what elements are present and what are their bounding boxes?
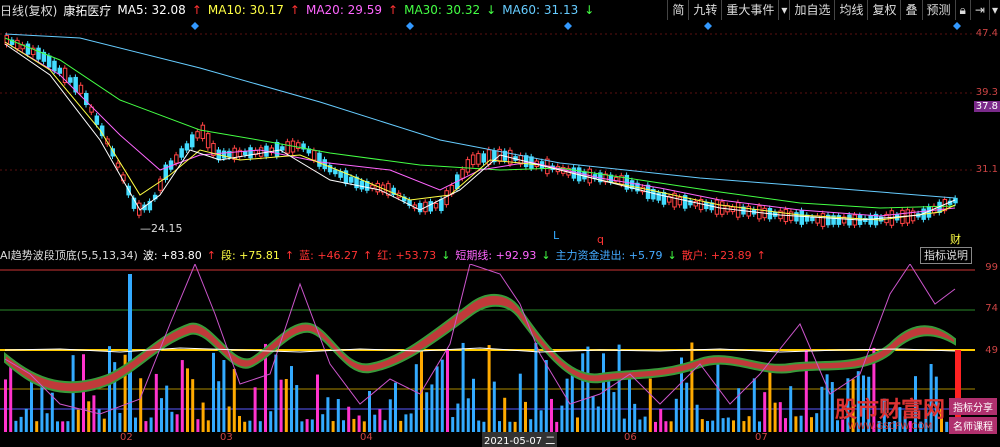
simple-button[interactable]: 简: [667, 0, 688, 20]
stock-name: 康拓医疗: [63, 3, 112, 18]
ind-wave: 波: +83.80 ↑: [142, 249, 216, 262]
ind-red: 红: +53.73 ↓: [377, 249, 451, 262]
ma30-value: MA30: 30.32 ↓: [404, 3, 497, 17]
lock-icon[interactable]: 🔒︎: [954, 0, 970, 20]
ma10-value: MA10: 30.17 ↑: [207, 3, 300, 17]
forecast-button[interactable]: 预测: [921, 0, 955, 20]
ma30-line: [4, 37, 956, 209]
marker-l: L: [553, 229, 560, 242]
ma5-line: [4, 43, 956, 221]
period-label[interactable]: 日线(复权): [0, 2, 57, 19]
marker-financial: 财: [950, 232, 961, 246]
ind-capital: 主力资金进出: +5.79 ↓: [555, 249, 677, 262]
date-axis: 02 03 04 2021-05-07 二 06 07: [0, 432, 975, 447]
date-tick: 06: [624, 432, 637, 443]
restore-button[interactable]: 复权: [867, 0, 900, 20]
ind-blue: 蓝: +46.27 ↑: [299, 249, 373, 262]
ind-tick: 74: [985, 303, 998, 314]
indicator-header: AI趋势波段顶底(5,5,13,34) 波: +83.80 ↑ 段: +75.81…: [0, 246, 1000, 264]
ma10-line: [4, 41, 956, 221]
indicator-chart[interactable]: [0, 264, 975, 432]
price-tick: 31.1: [975, 164, 998, 175]
candlestick-chart[interactable]: —24.15 L q 财: [0, 20, 975, 246]
event-markers: [191, 22, 961, 30]
nine-turn-button[interactable]: 九转: [688, 0, 721, 20]
date-tick: 04: [360, 432, 373, 443]
ind-segment: 段: +75.81 ↑: [220, 249, 295, 262]
current-price-tag: 37.8: [973, 101, 1000, 112]
short-term-line: [4, 264, 956, 415]
overlay-button[interactable]: 叠: [900, 0, 921, 20]
indicator-help-button[interactable]: 指标说明: [920, 247, 972, 264]
ma5-value: MA5: 32.08 ↑: [117, 3, 202, 17]
price-tick: 39.3: [975, 87, 998, 98]
toolbar-dropdown-icon[interactable]: ▾: [988, 0, 1000, 20]
watermark: 股市财富网 WWW.GSCFW.COM 指标分享 名师课程: [835, 398, 997, 434]
date-tick: 07: [755, 432, 768, 443]
chart-toolbar: 简 九转 重大事件 ▾ 加自选 均线 复权 叠 预测 🔒︎ ⇥ ▾: [667, 0, 1000, 20]
ma60-line: [4, 33, 956, 199]
watermark-logo: 股市财富网: [834, 397, 945, 423]
ma-line-button[interactable]: 均线: [834, 0, 867, 20]
candles: [4, 32, 958, 230]
add-watch-button[interactable]: 加自选: [789, 0, 834, 20]
ind-tick: 49: [985, 345, 998, 356]
date-tick: 03: [220, 432, 233, 443]
ind-short: 短期线: +92.93 ↓: [455, 249, 551, 262]
low-price-label: —24.15: [140, 222, 183, 235]
major-events-button[interactable]: 重大事件: [721, 0, 778, 20]
pin-icon[interactable]: ⇥: [969, 0, 989, 20]
price-tick: 47.4: [975, 28, 998, 39]
watermark-url: WWW.GSCFW.COM: [847, 422, 933, 432]
watermark-tag-share: 指标分享: [949, 398, 997, 415]
ma60-value: MA60: 31.13 ↓: [502, 3, 595, 17]
price-axis: 47.4 39.3 37.8 31.1 99 74 49: [973, 20, 1000, 445]
marker-q: q: [597, 233, 604, 246]
date-tick: 02: [120, 432, 133, 443]
watermark-tag-course: 名师课程: [949, 417, 997, 434]
ma20-value: MA20: 29.59 ↑: [305, 3, 399, 17]
ind-retail: 散户: +23.89 ↑: [681, 249, 766, 262]
major-events-dropdown-icon[interactable]: ▾: [778, 0, 789, 20]
indicator-name[interactable]: AI趋势波段顶底(5,5,13,34): [0, 247, 138, 263]
